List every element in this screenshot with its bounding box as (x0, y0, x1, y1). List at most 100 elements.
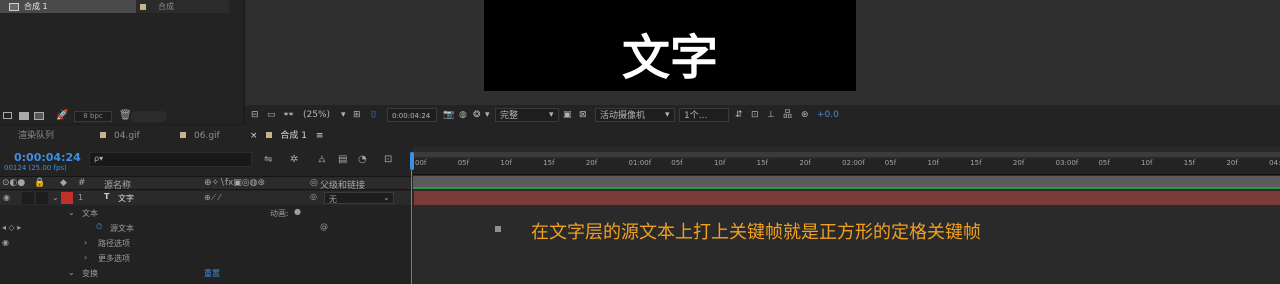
fit-icon[interactable]: ⊞ (353, 108, 361, 122)
viewer-toolbar: ⊟ ▭ 👓 (25%) ▾ ⊞ ⌷ 0:00:04:24 📷 ◍ ❂ ▾ 完整 … (245, 105, 1280, 125)
ruler-tick-label: 05f (884, 159, 897, 167)
lock-icon[interactable]: 🔒 (34, 178, 45, 188)
cache-indicator (413, 187, 1280, 189)
exposure-value[interactable]: +0.0 (817, 108, 839, 122)
eye-icon[interactable]: ◉ (3, 193, 10, 202)
frame-blending-icon[interactable]: ▤ (338, 154, 347, 165)
eye-icon[interactable]: ◉ (2, 238, 9, 247)
switches-header-icons[interactable]: ⊕✧∖fx▣◎◍⊛ (204, 178, 265, 188)
layer-name[interactable]: 文字 (118, 193, 134, 204)
property-label: 变换 (82, 269, 98, 278)
chevron-down-icon[interactable]: ⌄ (68, 208, 75, 217)
parent-header[interactable]: 父级和链接 (320, 178, 365, 191)
panel-tab-bar: 渲染队列 04.gif 06.gif × 合成 1 ≡ (0, 125, 1280, 147)
composition-swatch-icon (100, 132, 106, 138)
new-composition-icon[interactable] (34, 112, 44, 120)
timeline-current-time[interactable]: 0:00:04:24 (14, 151, 81, 164)
property-row-source-text[interactable]: ◂ ◇ ▸ ⏱ 源文本 @ (0, 221, 413, 236)
fast-preview-icon[interactable]: ⇵ (735, 108, 743, 122)
chevron-down-icon: ▾ (485, 110, 490, 120)
panel-menu-icon[interactable]: ≡ (316, 131, 324, 141)
new-folder-icon[interactable] (19, 112, 29, 120)
animate-menu[interactable]: 动画: (270, 208, 289, 219)
solo-toggle[interactable] (22, 192, 34, 204)
ruler-tick-label: 15f (543, 159, 555, 167)
parent-dropdown[interactable]: 无 ⌄ (324, 192, 394, 204)
layer-number: 1 (78, 193, 84, 202)
timeline-icon[interactable]: ⊡ (751, 108, 759, 122)
property-label: 路径选项 (98, 239, 130, 248)
reset-exposure-icon[interactable]: ⊛ (801, 108, 809, 122)
chevron-down-icon[interactable]: ⌄ (68, 268, 75, 277)
ruler-tick-label: 02:00f (842, 159, 865, 167)
snapshot-icon[interactable]: 📷 (443, 108, 454, 122)
mask-icon[interactable]: 👓 (283, 108, 294, 122)
layer-switches-icon[interactable]: ⊕⟋ ⁄ (204, 193, 220, 203)
layer-row[interactable]: ◉ ⌄ 1 T 文字 ⊕⟋ ⁄ ◎ 无 ⌄ (0, 191, 413, 205)
ruler-tick-label: 03:00f (1055, 159, 1079, 167)
composition-text-layer[interactable]: 文字 (484, 28, 856, 88)
chevron-right-icon[interactable]: › (84, 253, 87, 262)
lock-toggle[interactable] (36, 192, 48, 204)
bpc-button[interactable]: 8 bpc (74, 111, 112, 122)
hold-keyframe[interactable] (495, 226, 501, 232)
project-slider[interactable] (131, 111, 167, 122)
draft-3d-icon[interactable]: ✲ (290, 154, 298, 165)
close-icon[interactable]: × (250, 131, 258, 141)
interpret-footage-icon[interactable] (3, 112, 12, 119)
vr-icon[interactable]: ▭ (267, 108, 276, 122)
tab-06-gif[interactable]: 06.gif (180, 129, 220, 143)
render-queue-icon[interactable]: 🚀 (56, 110, 68, 121)
network-icon[interactable]: 品 (783, 108, 792, 122)
grid-icon[interactable]: ⊠ (579, 108, 587, 122)
ruler-tick-label: 20f (585, 159, 598, 167)
layer-search-input[interactable]: ρ▾ (89, 152, 252, 167)
property-row-more-options[interactable]: › 更多选项 (0, 251, 413, 266)
show-snapshot-icon[interactable]: ◍ (459, 108, 467, 122)
av-switches-icon[interactable]: ⊙◐● (2, 178, 25, 188)
playhead[interactable] (410, 152, 414, 284)
graph-editor-icon[interactable]: ⊡ (384, 154, 392, 165)
stopwatch-icon[interactable]: ⏱ (96, 222, 102, 232)
current-time-field[interactable]: 0:00:04:24 (387, 108, 437, 122)
chevron-right-icon[interactable]: › (84, 238, 87, 247)
expression-icon[interactable]: @ (320, 222, 328, 231)
color-channel-icon[interactable]: ❂ (473, 108, 481, 122)
project-item-comp1[interactable]: 合成 1 (0, 0, 136, 13)
label-icon[interactable]: ◆ (60, 178, 67, 188)
parent-pickwhip-icon: ◎ (310, 178, 318, 188)
number-sign-icon: # (78, 178, 86, 188)
keyframe-navigator-icon[interactable]: ◂ ◇ ▸ (2, 223, 21, 232)
transparency-grid-icon[interactable]: ▣ (563, 108, 572, 122)
layer-duration-bar[interactable] (414, 191, 1280, 205)
time-ruler[interactable]: 00f 05f 10f 15f 20f 01:00f 05f 10f 15f 20f 02:00f 0… (413, 159, 1280, 175)
always-preview-icon[interactable]: ⊟ (251, 108, 259, 122)
zoom-dropdown[interactable]: (25%) (303, 108, 330, 122)
camera-dropdown[interactable]: 活动摄像机 (595, 108, 675, 122)
ruler-tick-label: 01:00f (628, 159, 652, 167)
chevron-down-icon: ▾ (341, 110, 346, 120)
chevron-down-icon: ▾ (549, 110, 554, 120)
project-item-comp2[interactable]: 合成 (136, 0, 229, 13)
region-of-interest-icon[interactable]: ⌷ (371, 108, 376, 122)
parent-pickwhip-icon[interactable]: ◎ (310, 192, 317, 201)
project-toolbar: 🚀 8 bpc 🗑 (0, 108, 243, 124)
reset-link[interactable]: 重置 (204, 268, 220, 279)
property-row-path-options[interactable]: ◉ › 路径选项 (0, 236, 413, 251)
layer-name-header[interactable]: 源名称 (104, 178, 131, 191)
tab-comp-1[interactable]: × 合成 1 ≡ (250, 129, 323, 143)
tab-render-queue[interactable]: 渲染队列 (18, 129, 54, 143)
trash-icon[interactable]: 🗑 (119, 110, 132, 121)
comp-flowchart-icon[interactable]: ⇋ (264, 154, 272, 165)
motion-blur-icon[interactable]: ◔ (358, 154, 367, 165)
layer-label-color[interactable] (61, 192, 73, 204)
chevron-down-icon[interactable]: ⌄ (52, 193, 59, 202)
shy-layers-icon[interactable]: ⛼ (318, 154, 326, 167)
views-dropdown[interactable]: 1个... (679, 108, 729, 122)
property-row-transform[interactable]: ⌄ 变换 重置 (0, 266, 413, 284)
animate-arrow-icon[interactable]: ● (294, 207, 301, 216)
tab-04-gif[interactable]: 04.gif (100, 129, 140, 143)
property-row-text[interactable]: ⌄ 文本 动画: ● (0, 206, 413, 221)
flowchart-icon[interactable]: ⊥ (767, 108, 775, 122)
time-navigator[interactable] (413, 152, 1280, 157)
